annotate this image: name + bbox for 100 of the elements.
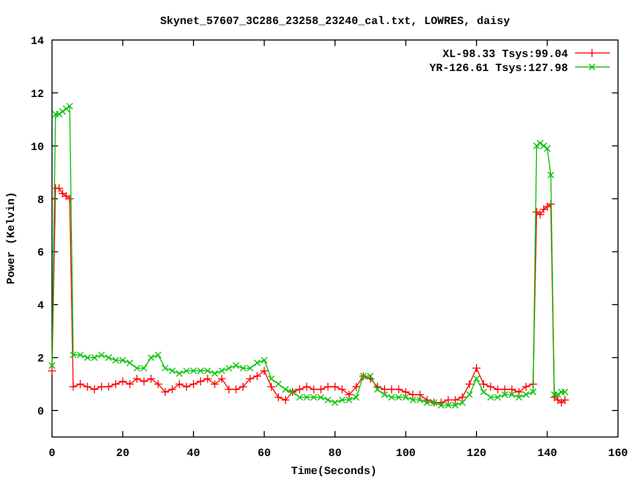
plus-marker <box>514 388 524 396</box>
plus-marker <box>372 382 382 392</box>
plus-marker <box>139 376 148 386</box>
plus-marker <box>82 382 92 392</box>
plus-marker <box>160 388 170 396</box>
plus-marker <box>54 184 64 193</box>
plus-marker <box>302 382 312 392</box>
x-tick-label: 120 <box>466 448 486 460</box>
cross-marker <box>473 375 480 382</box>
legend-label: XL-98.33 Tsys:99.04 <box>442 49 568 61</box>
plus-marker <box>330 382 340 392</box>
x-tick-label: 40 <box>186 448 200 460</box>
plus-marker <box>380 384 390 394</box>
plus-marker <box>118 376 128 386</box>
x-tick-label: 0 <box>48 448 56 460</box>
plus-marker <box>266 382 276 392</box>
plus-marker <box>104 382 114 392</box>
plus-marker <box>338 384 347 394</box>
cross-marker <box>547 171 554 178</box>
plus-marker <box>146 374 156 384</box>
plus-marker <box>132 374 142 384</box>
plus-marker <box>48 366 56 376</box>
plus-marker <box>174 380 184 389</box>
x-tick-label: 140 <box>537 448 558 460</box>
y-tick-label: 2 <box>37 354 44 366</box>
x-tick-label: 60 <box>258 448 271 460</box>
y-tick-label: 14 <box>30 36 44 48</box>
y-tick-label: 6 <box>37 248 44 260</box>
plus-marker <box>210 380 220 389</box>
plus-marker <box>111 380 120 389</box>
plus-marker <box>260 366 269 376</box>
plus-marker <box>408 390 418 400</box>
cross-marker <box>48 362 56 370</box>
plus-marker <box>231 384 240 394</box>
plus-marker <box>203 374 212 384</box>
plus-marker <box>536 210 545 220</box>
plus-marker <box>274 392 283 402</box>
plus-marker <box>415 390 424 400</box>
y-tick-label: 8 <box>37 194 44 207</box>
plus-marker <box>550 392 559 402</box>
x-tick-label: 80 <box>328 448 342 460</box>
plus-marker <box>500 384 510 394</box>
plus-marker <box>479 380 488 389</box>
plus-marker <box>217 374 226 384</box>
plus-marker <box>352 382 361 392</box>
plus-marker <box>553 395 562 404</box>
legend-label: YR-126.61 Tsys:127.98 <box>429 63 568 75</box>
plus-marker <box>532 208 542 217</box>
plus-marker <box>238 382 248 392</box>
plus-marker <box>125 380 134 389</box>
plus-marker <box>464 380 474 389</box>
plus-marker <box>182 382 191 392</box>
plus-marker <box>196 376 206 386</box>
plus-marker <box>486 382 496 392</box>
plus-marker <box>444 395 453 404</box>
x-tick-label: 20 <box>116 448 130 460</box>
plus-marker <box>58 189 68 198</box>
plus-marker <box>97 382 106 392</box>
plus-marker <box>450 395 460 404</box>
plus-marker <box>387 384 396 394</box>
plus-marker <box>422 395 432 404</box>
plus-marker <box>189 380 198 389</box>
plus-marker <box>309 384 318 394</box>
x-tick-label: 160 <box>608 448 628 460</box>
plus-marker <box>224 384 234 394</box>
plus-marker <box>472 364 481 373</box>
x-tick-label: 100 <box>396 448 416 460</box>
plus-marker <box>252 372 262 381</box>
y-tick-label: 0 <box>37 406 44 419</box>
y-tick-label: 4 <box>37 300 44 313</box>
plus-marker <box>154 380 163 389</box>
plus-marker <box>316 384 326 394</box>
legend-line <box>574 48 610 58</box>
plus-marker <box>295 384 304 394</box>
plus-marker <box>560 395 570 404</box>
y-tick-label: 10 <box>30 142 44 154</box>
plus-marker <box>493 384 502 394</box>
plus-marker <box>507 384 516 394</box>
plus-marker <box>401 388 410 396</box>
plus-marker <box>62 192 71 201</box>
plus-marker <box>323 382 332 392</box>
plus-marker <box>246 374 255 384</box>
plus-marker <box>436 398 446 408</box>
plus-marker <box>90 384 99 394</box>
plus-marker <box>366 374 375 384</box>
plus-marker <box>539 204 548 214</box>
plus-marker <box>556 398 566 408</box>
plus-marker <box>542 202 552 212</box>
plus-marker <box>65 194 74 204</box>
plus-marker <box>76 380 85 389</box>
legend-line <box>574 64 610 70</box>
plus-marker <box>344 390 354 400</box>
plus-marker <box>522 382 531 392</box>
y-tick-label: 12 <box>30 88 44 101</box>
chart-title: Skynet_57607_3C286_23258_23240_cal.txt, LOWRES, daisy <box>160 16 510 28</box>
plus-marker <box>394 384 404 394</box>
plus-marker <box>168 384 177 394</box>
plus-marker <box>280 395 290 404</box>
x-axis-label: Time(Seconds) <box>291 466 377 478</box>
y-axis-label: Power (Kelvin) <box>6 192 18 284</box>
